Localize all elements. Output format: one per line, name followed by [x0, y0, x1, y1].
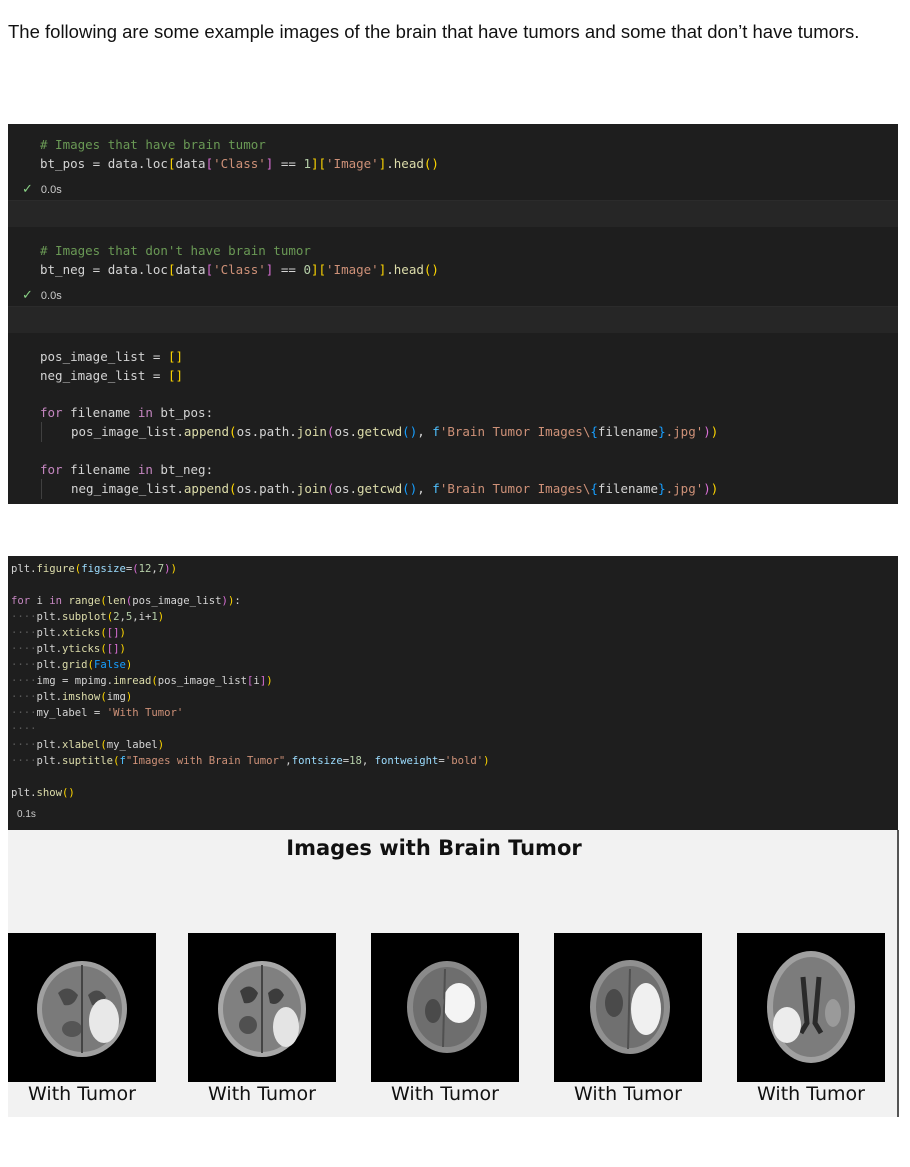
code-line-append-pos: pos_image_list.append(os.path.join(os.ge…: [71, 424, 719, 439]
code-line-xlabel: ····plt.xlabel(my_label): [11, 739, 165, 751]
mri-image-4: [554, 933, 702, 1082]
exec-time-cell-2: 0.1s: [17, 809, 36, 820]
check-icon: ✓: [22, 181, 33, 196]
code-line-show: plt.show(): [11, 787, 75, 799]
comment-pos: # Images that have brain tumor: [40, 137, 266, 152]
mri-image-3: [371, 933, 519, 1082]
panel-label-4: With Tumor: [574, 1083, 682, 1105]
exec-time-1: 0.0s: [40, 184, 62, 196]
figure-edge: [897, 830, 899, 1117]
code-line-bt-neg: bt_neg = data.loc[data['Class'] == 0]['I…: [40, 262, 439, 277]
code-line-for-pos: for filename in bt_pos:: [40, 405, 214, 420]
code-line-figure: plt.figure(figsize=(12,7)): [11, 563, 177, 575]
intro-paragraph: The following are some example images of…: [8, 21, 860, 42]
code-line-suptitle: ····plt.suptitle(f"Images with Brain Tum…: [11, 755, 490, 767]
run-status-1: ✓ 0.0s: [22, 181, 62, 197]
code-line-label: ····my_label = 'With Tumor': [11, 707, 184, 719]
figure-title: Images with Brain Tumor: [286, 836, 582, 860]
code-cell-2[interactable]: plt.figure(figsize=(12,7)) for i in rang…: [8, 556, 898, 830]
mri-image-5: [737, 933, 885, 1082]
exec-time-2: 0.0s: [40, 290, 62, 302]
code-line-yticks: ····plt.yticks([]): [11, 643, 126, 655]
indent-guide: [41, 422, 42, 442]
code-cell-1[interactable]: # Images that have brain tumor bt_pos = …: [8, 124, 898, 504]
mri-image-1: [8, 933, 156, 1082]
mri-image-2: [188, 933, 336, 1082]
code-line-blank: ····: [11, 723, 37, 735]
cell-gap: [8, 307, 898, 333]
output-figure: Images with Brain Tumor With Tumor With …: [8, 830, 897, 1117]
code-line-bt-pos: bt_pos = data.loc[data['Class'] == 1]['I…: [40, 156, 439, 171]
code-line-for: for i in range(len(pos_image_list)):: [11, 595, 241, 607]
code-line-append-neg: neg_image_list.append(os.path.join(os.ge…: [71, 481, 719, 496]
code-line-imread: ····img = mpimg.imread(pos_image_list[i]…: [11, 675, 273, 687]
code-line-neg-list: neg_image_list = []: [40, 368, 183, 383]
panel-label-3: With Tumor: [391, 1083, 499, 1105]
code-line-for-neg: for filename in bt_neg:: [40, 462, 214, 477]
panel-label-2: With Tumor: [208, 1083, 316, 1105]
panel-label-5: With Tumor: [757, 1083, 865, 1105]
code-line-grid: ····plt.grid(False): [11, 659, 133, 671]
check-icon: ✓: [22, 287, 33, 302]
code-line-pos-list: pos_image_list = []: [40, 349, 183, 364]
code-line-imshow: ····plt.imshow(img): [11, 691, 133, 703]
code-line-xticks: ····plt.xticks([]): [11, 627, 126, 639]
code-line-subplot: ····plt.subplot(2,5,i+1): [11, 611, 165, 623]
indent-guide: [41, 479, 42, 499]
comment-neg: # Images that don't have brain tumor: [40, 243, 311, 258]
panel-label-1: With Tumor: [28, 1083, 136, 1105]
run-status-2: ✓ 0.0s: [22, 287, 62, 303]
cell-gap: [8, 201, 898, 227]
